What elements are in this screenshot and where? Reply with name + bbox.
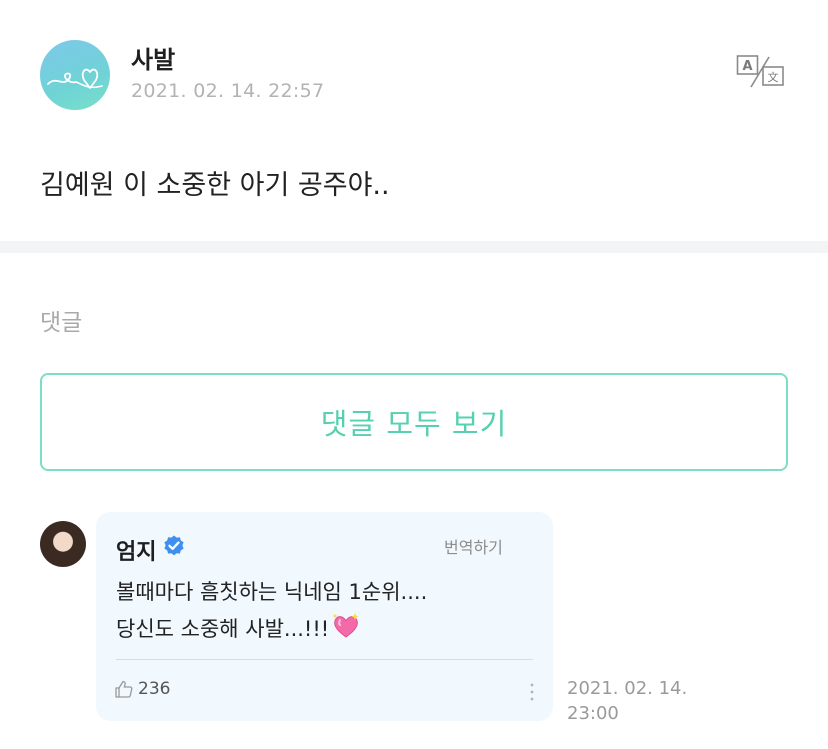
- post-timestamp: 2021. 02. 14. 22:57: [131, 80, 325, 102]
- author-avatar[interactable]: [40, 40, 110, 110]
- comment-text-line-2: 당신도 소중해 사발...!!!: [116, 612, 361, 643]
- thumbs-up-icon: [115, 680, 133, 698]
- verified-badge-icon: [164, 535, 184, 556]
- comment-text-line-2-text: 당신도 소중해 사발...!!!: [116, 617, 330, 641]
- post-body-text: 김예원 이 소중한 아기 공주야..: [40, 170, 390, 201]
- like-button[interactable]: 236: [114, 678, 170, 700]
- comment-card: 엄지 번역하기 볼때마다 흠칫하는 닉네임 1순위.... 당신도 소중해 사발…: [96, 512, 553, 721]
- comments-section-label: 댓글: [40, 310, 83, 336]
- like-count: 236: [138, 679, 171, 699]
- commenter-avatar[interactable]: [40, 521, 86, 567]
- view-all-comments-label: 댓글 모두 보기: [320, 407, 508, 441]
- avatar-heart-doodle-icon: [47, 68, 103, 89]
- comment-time: 23:00: [567, 703, 619, 724]
- more-options-icon[interactable]: [528, 682, 536, 702]
- post-header: 사발 2021. 02. 14. 22:57 A 文: [0, 0, 828, 140]
- view-all-comments-button[interactable]: 댓글 모두 보기: [40, 373, 788, 471]
- comment-timestamp: 2021. 02. 14. 23:00: [567, 676, 707, 726]
- svg-text:A: A: [742, 59, 752, 74]
- svg-text:文: 文: [768, 70, 779, 84]
- commenter-name[interactable]: 엄지: [116, 534, 156, 566]
- comment-translate-button[interactable]: 번역하기: [444, 534, 503, 558]
- translate-icon: A 文: [736, 55, 784, 88]
- sparkling-heart-icon: [332, 613, 359, 638]
- comment-separator: [116, 659, 533, 660]
- author-name[interactable]: 사발: [131, 40, 175, 75]
- comment-date: 2021. 02. 14.: [567, 678, 688, 699]
- translate-button[interactable]: A 文: [736, 54, 786, 90]
- section-divider: [0, 241, 828, 253]
- comment-text-line-1: 볼때마다 흠칫하는 닉네임 1순위....: [116, 580, 428, 604]
